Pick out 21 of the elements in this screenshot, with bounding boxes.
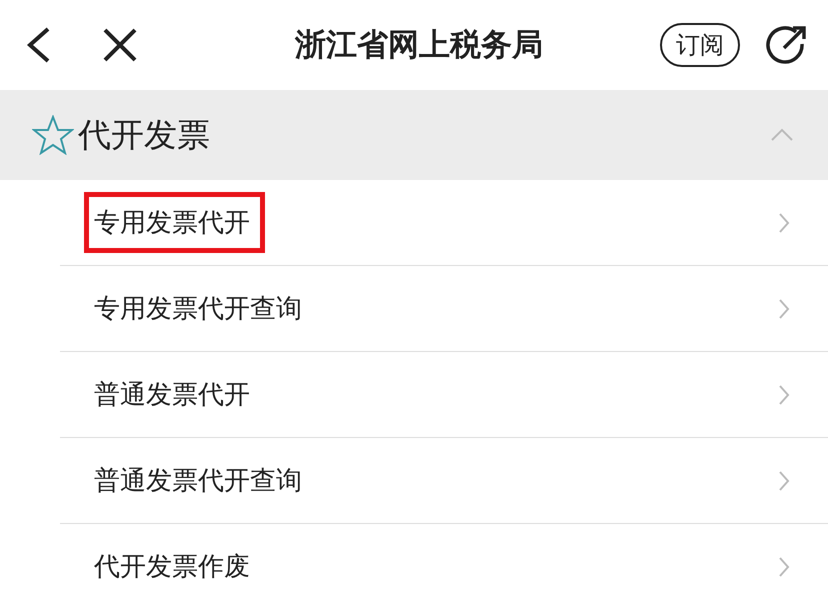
menu-item[interactable]: 代开发票作废	[60, 524, 828, 608]
subscribe-button[interactable]: 订阅	[660, 23, 740, 67]
item-label: 专用发票代开查询	[93, 293, 303, 326]
share-icon[interactable]	[766, 24, 808, 66]
item-label: 普通发票代开查询	[93, 465, 303, 498]
item-label: 普通发票代开	[93, 379, 251, 412]
section-title: 代开发票	[78, 114, 211, 156]
item-label: 代开发票作废	[93, 551, 251, 584]
chevron-right-icon	[778, 470, 790, 492]
chevron-right-icon	[778, 556, 790, 578]
chevron-right-icon	[778, 298, 790, 320]
menu-item[interactable]: 普通发票代开	[60, 352, 828, 438]
chevron-right-icon	[778, 384, 790, 406]
menu-item[interactable]: 专用发票代开查询	[60, 266, 828, 352]
chevron-right-icon	[778, 212, 790, 234]
menu-item[interactable]: 普通发票代开查询	[60, 438, 828, 524]
star-icon	[32, 115, 74, 155]
close-icon[interactable]	[102, 27, 138, 63]
menu-item[interactable]: 专用发票代开	[60, 180, 828, 266]
item-label: 专用发票代开	[84, 192, 265, 253]
page-title: 浙江省网上税务局	[294, 26, 544, 65]
